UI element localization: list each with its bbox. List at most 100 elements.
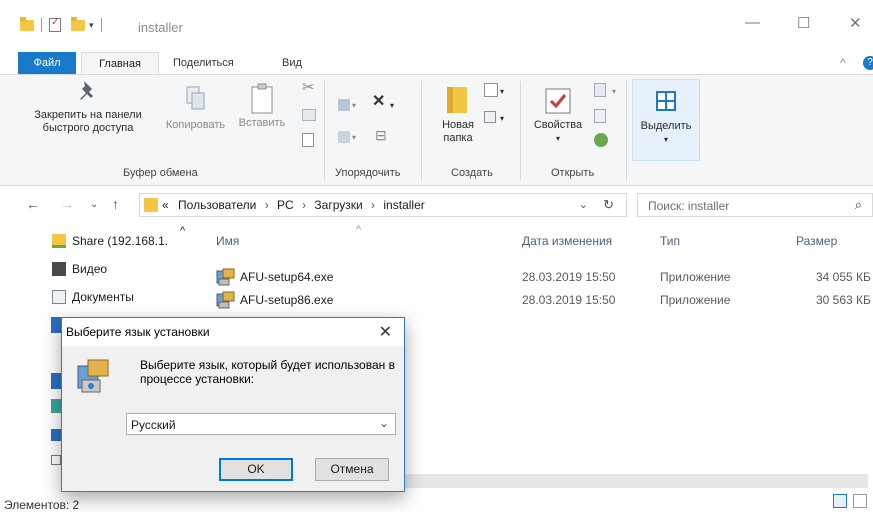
title-bar: ▾ installer — ☐ ✕ (0, 0, 873, 38)
tab-share[interactable]: Поделиться (173, 52, 234, 74)
3d-objects-icon[interactable] (51, 399, 61, 413)
breadcrumb-overflow[interactable]: « (162, 198, 169, 212)
breadcrumb-item[interactable]: PC (277, 198, 294, 212)
copy-to-icon[interactable] (338, 131, 350, 143)
column-header-type[interactable]: Тип (660, 234, 680, 248)
copy-button[interactable]: Копировать (158, 85, 233, 132)
paste-button[interactable]: Вставить (231, 83, 293, 130)
copy-path-icon[interactable] (302, 109, 316, 121)
music-icon[interactable] (51, 373, 61, 389)
ok-button[interactable]: OK (219, 458, 293, 481)
nav-item-video[interactable]: Видео (52, 259, 107, 279)
back-arrow-icon[interactable]: ← (26, 196, 40, 212)
group-create-label: Создать (451, 167, 493, 179)
nav-item-documents[interactable]: Документы (52, 287, 134, 307)
chevron-right-icon[interactable]: › (265, 198, 269, 212)
new-item-dropdown-icon[interactable]: ▾ (500, 85, 504, 98)
close-button[interactable]: ✕ (849, 14, 862, 32)
tab-view[interactable]: Вид (282, 52, 302, 74)
folder-icon[interactable] (20, 16, 34, 31)
scroll-up-icon[interactable]: ^ (180, 225, 185, 237)
ribbon: Закрепить на панели быстрого доступа Коп… (0, 74, 873, 186)
chevron-right-icon[interactable]: › (302, 198, 306, 212)
divider (41, 18, 42, 32)
refresh-icon[interactable]: ↻ (603, 197, 614, 213)
delete-icon[interactable]: ✕ (372, 94, 385, 110)
easy-access-dropdown-icon[interactable]: ▾ (500, 112, 504, 125)
up-arrow-icon[interactable]: ↑ (112, 196, 119, 212)
language-dialog: Выберите язык установки ✕ Выберите язык,… (61, 317, 405, 492)
dialog-title-bar: Выберите язык установки ✕ (62, 318, 404, 346)
group-divider (520, 81, 521, 181)
file-row[interactable]: AFU-setup64.exe 28.03.2019 15:50 Приложе… (216, 266, 871, 286)
chevron-right-icon[interactable]: › (371, 198, 375, 212)
divider (100, 18, 102, 32)
forward-arrow-icon[interactable]: → (60, 196, 74, 212)
file-type: Приложение (660, 270, 731, 284)
new-folder-button[interactable]: Новая папка (430, 85, 486, 145)
edit-icon[interactable] (594, 109, 606, 123)
group-divider (421, 81, 422, 181)
tab-home[interactable]: Главная (81, 52, 159, 74)
language-select[interactable]: Русский ⌄ (126, 413, 396, 435)
large-icons-view-icon[interactable] (853, 494, 867, 508)
nav-item-share[interactable]: Share (192.168.1. (52, 231, 168, 251)
file-name-cell: AFU-setup86.exe (216, 291, 333, 309)
ribbon-tabs: Файл Главная Поделиться Вид ^ ? (0, 52, 873, 74)
column-header-date[interactable]: Дата изменения (522, 234, 612, 248)
move-to-dropdown-icon[interactable]: ▾ (352, 99, 356, 112)
copy-label: Копировать (165, 119, 226, 131)
file-type: Приложение (660, 293, 731, 307)
recent-dropdown-icon[interactable]: ⌄ (90, 199, 98, 210)
collapse-ribbon-icon[interactable]: ^ (840, 56, 846, 70)
customize-dropdown-icon[interactable]: ▾ (89, 20, 94, 31)
new-folder-icon[interactable] (71, 16, 85, 31)
details-view-icon[interactable] (833, 494, 847, 508)
move-to-icon[interactable] (338, 99, 350, 111)
video-icon (52, 262, 66, 276)
this-pc-icon[interactable] (51, 455, 61, 465)
rename-icon[interactable]: ⊟ (375, 128, 387, 142)
history-icon[interactable] (594, 133, 608, 147)
tab-file[interactable]: Файл (18, 52, 76, 74)
search-icon[interactable]: ⌕ (855, 197, 862, 213)
paste-shortcut-icon[interactable] (302, 133, 314, 147)
delete-dropdown-icon[interactable]: ▾ (390, 99, 394, 112)
copy-to-dropdown-icon[interactable]: ▾ (352, 131, 356, 144)
language-select-value: Русский (131, 418, 176, 432)
breadcrumb-item[interactable]: installer (383, 198, 424, 212)
file-size: 34 055 КБ (816, 270, 871, 284)
copy-icon (186, 86, 204, 110)
column-header-name[interactable]: Имя (216, 234, 239, 248)
file-name-cell: AFU-setup64.exe (216, 268, 333, 286)
new-folder-big-icon (447, 87, 467, 113)
minimize-button[interactable]: — (745, 14, 760, 31)
installer-icon (77, 359, 109, 393)
search-input[interactable]: Поиск: installer ⌕ (637, 193, 873, 217)
open-dropdown-icon[interactable]: ▾ (612, 85, 616, 98)
select-icon (656, 91, 676, 111)
file-date: 28.03.2019 15:50 (522, 293, 616, 307)
cancel-button[interactable]: Отмена (315, 458, 389, 481)
properties-label: Свойства (533, 119, 583, 131)
properties-icon[interactable] (49, 17, 61, 32)
easy-access-icon[interactable] (484, 111, 496, 123)
breadcrumb-item[interactable]: Загрузки (314, 198, 362, 212)
address-row: ← → ⌄ ↑ ⌄ ↻ « Пользователи › PC › Загруз… (0, 190, 873, 220)
cut-icon[interactable]: ✂ (302, 80, 315, 95)
group-divider (324, 81, 325, 181)
file-row[interactable]: AFU-setup86.exe 28.03.2019 15:50 Приложе… (216, 289, 871, 309)
maximize-button[interactable]: ☐ (797, 14, 810, 32)
dialog-close-icon[interactable]: ✕ (379, 322, 392, 342)
properties-button[interactable]: Свойства ▾ (528, 87, 588, 145)
address-dropdown-icon[interactable]: ⌄ (579, 198, 588, 211)
pin-quick-access-button[interactable]: Закрепить на панели быстрого доступа (18, 79, 158, 135)
open-icon[interactable] (594, 83, 606, 97)
breadcrumb-item[interactable]: Пользователи (178, 198, 256, 212)
new-item-icon[interactable] (484, 83, 498, 97)
column-header-size[interactable]: Размер (796, 234, 837, 248)
file-name: AFU-setup64.exe (240, 270, 334, 284)
help-icon[interactable]: ? (863, 56, 873, 70)
select-button[interactable]: Выделить ▾ (632, 79, 700, 161)
chevron-down-icon: ⌄ (378, 416, 389, 430)
